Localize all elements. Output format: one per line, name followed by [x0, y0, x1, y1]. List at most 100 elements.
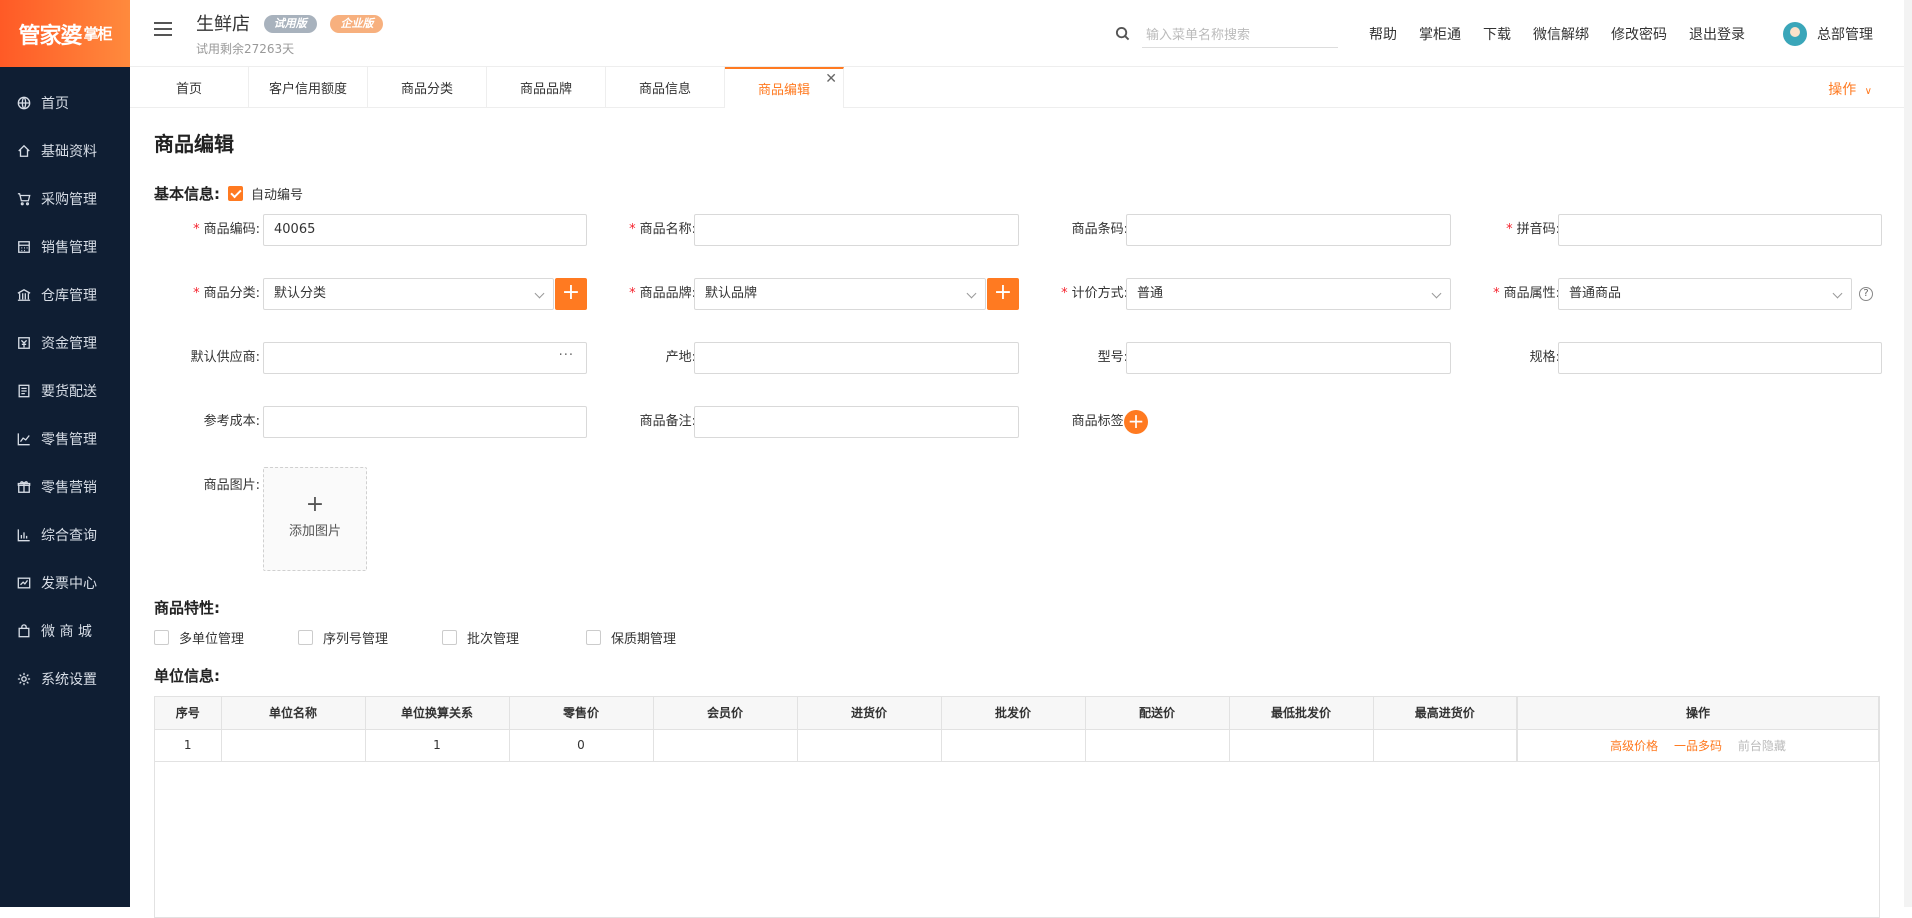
help-link[interactable]: 帮助: [1369, 24, 1397, 44]
cell-conversion[interactable]: 1: [365, 729, 510, 762]
add-tag-button[interactable]: +: [1124, 410, 1148, 434]
cell-wholesale-price[interactable]: [941, 729, 1086, 762]
col-max-purchase: 最高进货价: [1373, 697, 1518, 730]
wechat-unbind-link[interactable]: 微信解绑: [1533, 24, 1589, 44]
ref-cost-input[interactable]: [263, 406, 587, 438]
sidebar-item-label: 首页: [41, 96, 69, 112]
sidebar-item-home[interactable]: 首页: [0, 79, 130, 127]
cell-min-wholesale[interactable]: [1229, 729, 1374, 762]
form-row-4: 参考成本: 商品备注: 商品标签: +: [154, 406, 1880, 438]
bar-chart-icon: [16, 528, 31, 543]
sidebar-item-basic-data[interactable]: 基础资料: [0, 127, 130, 175]
sidebar-item-delivery[interactable]: 要货配送: [0, 367, 130, 415]
code-label: * 商品编码:: [193, 222, 260, 237]
spec-input[interactable]: [1558, 342, 1882, 374]
help-icon[interactable]: ?: [1859, 287, 1873, 301]
sidebar-item-retail[interactable]: 零售管理: [0, 415, 130, 463]
menu-toggle-icon[interactable]: [154, 22, 172, 40]
tab-home[interactable]: 首页: [130, 67, 249, 108]
auto-number-checkbox[interactable]: [228, 186, 243, 201]
sidebar-item-label: 销售管理: [41, 240, 97, 256]
search-icon[interactable]: [1115, 26, 1142, 45]
tab-operations-dropdown[interactable]: 操作 ∨: [1828, 79, 1872, 99]
advanced-price-link[interactable]: 高级价格: [1610, 739, 1658, 753]
category-select[interactable]: 默认分类: [263, 278, 554, 310]
close-icon[interactable]: ✕: [825, 71, 837, 87]
name-input[interactable]: [694, 214, 1019, 246]
more-icon[interactable]: ···: [559, 341, 574, 371]
multi-unit-checkbox[interactable]: [154, 630, 169, 645]
sidebar-item-sales[interactable]: 销售管理: [0, 223, 130, 271]
sidebar-item-warehouse[interactable]: 仓库管理: [0, 271, 130, 319]
chevron-down-icon: [1832, 288, 1843, 299]
user-menu[interactable]: 总部管理: [1783, 22, 1873, 46]
sidebar-item-purchase[interactable]: 采购管理: [0, 175, 130, 223]
col-purchase-price: 进货价: [797, 697, 942, 730]
cell-unit-name[interactable]: [221, 729, 366, 762]
col-conversion: 单位换算关系: [365, 697, 510, 730]
supplier-picker[interactable]: ···: [263, 342, 587, 374]
feature-serial-number[interactable]: 序列号管理: [298, 628, 388, 647]
cell-max-purchase[interactable]: [1373, 729, 1518, 762]
brand-label: * 商品品牌:: [629, 286, 696, 301]
sidebar-item-invoice[interactable]: 发票中心: [0, 559, 130, 607]
sidebar-item-marketing[interactable]: 零售营销: [0, 463, 130, 511]
cell-member-price[interactable]: [653, 729, 798, 762]
feature-shelf-life[interactable]: 保质期管理: [586, 628, 676, 647]
page-title: 商品编辑: [154, 132, 234, 156]
add-brand-button[interactable]: +: [987, 278, 1019, 310]
chevron-down-icon: [1431, 288, 1442, 299]
pinyin-input[interactable]: [1558, 214, 1882, 246]
page-scrollbar[interactable]: [1904, 0, 1912, 907]
feature-batch[interactable]: 批次管理: [442, 628, 519, 647]
app-logo[interactable]: 管家婆 掌柜: [0, 0, 130, 67]
cell-delivery-price[interactable]: [1085, 729, 1230, 762]
logout-link[interactable]: 退出登录: [1689, 24, 1745, 44]
serial-number-checkbox[interactable]: [298, 630, 313, 645]
sidebar-item-settings[interactable]: 系统设置: [0, 655, 130, 703]
sidebar-item-mall[interactable]: 微 商 城: [0, 607, 130, 655]
zhangguitong-link[interactable]: 掌柜通: [1419, 24, 1461, 44]
sidebar-menu: 首页 基础资料 采购管理 销售管理 仓库管理 资金管理 要货配送 零售管理 零售…: [0, 79, 130, 703]
batch-checkbox[interactable]: [442, 630, 457, 645]
enterprise-badge: 企业版: [330, 15, 384, 33]
gift-icon: [16, 480, 31, 495]
ops-label: 操作: [1828, 82, 1857, 98]
download-link[interactable]: 下载: [1483, 24, 1511, 44]
sidebar-item-funds[interactable]: 资金管理: [0, 319, 130, 367]
auto-number-option[interactable]: 自动编号: [228, 184, 303, 203]
shelf-life-checkbox[interactable]: [586, 630, 601, 645]
barcode-input[interactable]: [1126, 214, 1451, 246]
multi-barcode-link[interactable]: 一品多码: [1674, 739, 1722, 753]
remark-input[interactable]: [694, 406, 1019, 438]
hide-front-link[interactable]: 前台隐藏: [1738, 739, 1786, 753]
model-input[interactable]: [1126, 342, 1451, 374]
col-delivery-price: 配送价: [1085, 697, 1230, 730]
cell-purchase-price[interactable]: [797, 729, 942, 762]
add-image-button[interactable]: + 添加图片: [263, 467, 367, 571]
origin-input[interactable]: [694, 342, 1019, 374]
feature-multi-unit[interactable]: 多单位管理: [154, 628, 244, 647]
tab-product-edit[interactable]: 商品编辑 ✕: [725, 67, 844, 108]
tab-product-info[interactable]: 商品信息: [606, 67, 725, 108]
tags-label: 商品标签:: [1071, 414, 1128, 429]
cell-retail-price[interactable]: 0: [509, 729, 654, 762]
basic-info-title: 基本信息:: [154, 185, 220, 203]
tab-product-brand[interactable]: 商品品牌: [487, 67, 606, 108]
tab-customer-credit[interactable]: 客户信用额度: [249, 67, 368, 108]
change-password-link[interactable]: 修改密码: [1611, 24, 1667, 44]
search-input[interactable]: [1142, 22, 1338, 48]
brand-select[interactable]: 默认品牌: [694, 278, 986, 310]
pricing-select[interactable]: 普通: [1126, 278, 1451, 310]
attribute-select[interactable]: 普通商品: [1558, 278, 1852, 310]
pricing-value: 普通: [1137, 286, 1164, 301]
tab-product-category[interactable]: 商品分类: [368, 67, 487, 108]
code-input[interactable]: 40065: [263, 214, 587, 246]
sidebar-item-label: 采购管理: [41, 192, 97, 208]
add-category-button[interactable]: +: [555, 278, 587, 310]
image-label: 商品图片:: [203, 478, 260, 493]
col-unit-name: 单位名称: [221, 697, 366, 730]
sidebar-item-query[interactable]: 综合查询: [0, 511, 130, 559]
sidebar-item-label: 仓库管理: [41, 288, 97, 304]
auto-number-label: 自动编号: [251, 188, 304, 203]
